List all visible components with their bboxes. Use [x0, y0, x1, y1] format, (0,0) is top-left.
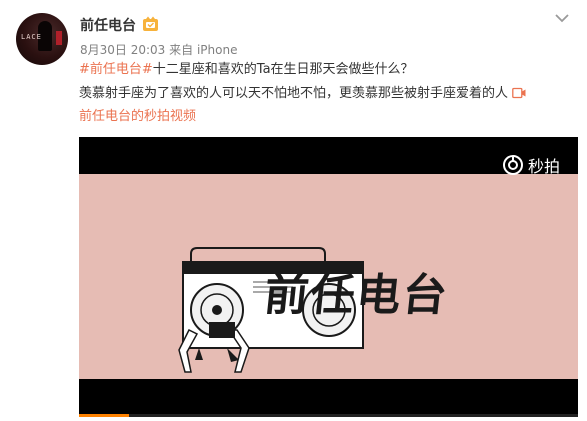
video-frame: 前任电台	[79, 174, 578, 379]
video-progress-track[interactable]	[79, 414, 578, 417]
username[interactable]: 前任电台	[80, 15, 136, 35]
post-source: 来自 iPhone	[169, 43, 238, 57]
video-play-icon[interactable]	[512, 87, 526, 99]
miaopai-logo-icon	[502, 155, 523, 175]
post-meta: 8月30日 20:03 来自 iPhone	[80, 41, 237, 58]
video-link[interactable]: 前任电台的秒拍视频	[79, 109, 196, 124]
post-body: 羡慕射手座为了喜欢的人可以天不怕地不怕，更羡慕那些被射手座爱着的人	[79, 86, 509, 101]
avatar[interactable]: LACE	[16, 13, 68, 65]
avatar-accent	[56, 31, 62, 45]
post-date[interactable]: 8月30日 20:03	[80, 43, 165, 57]
avatar-text: LACE	[21, 33, 42, 41]
video-player[interactable]: 前任电台 秒拍	[79, 137, 578, 417]
post-line-2: 羡慕射手座为了喜欢的人可以天不怕地不怕，更羡慕那些被射手座爱着的人	[79, 85, 526, 103]
post-question: 十二星座和喜欢的Ta在生日那天会做些什么？	[152, 62, 414, 77]
video-logo-text: 前任电台	[261, 270, 452, 321]
post-line-3: 前任电台的秒拍视频	[79, 108, 196, 126]
chevron-down-icon[interactable]	[554, 12, 570, 24]
hashtag-link[interactable]: #前任电台#	[79, 62, 153, 77]
post-line-1: #前任电台#十二星座和喜欢的Ta在生日那天会做些什么？	[79, 61, 414, 79]
watermark-text: 秒拍	[527, 157, 560, 176]
miaopai-watermark: 秒拍	[502, 153, 560, 177]
verified-badge-icon[interactable]	[142, 16, 160, 32]
video-progress-fill	[79, 414, 129, 417]
